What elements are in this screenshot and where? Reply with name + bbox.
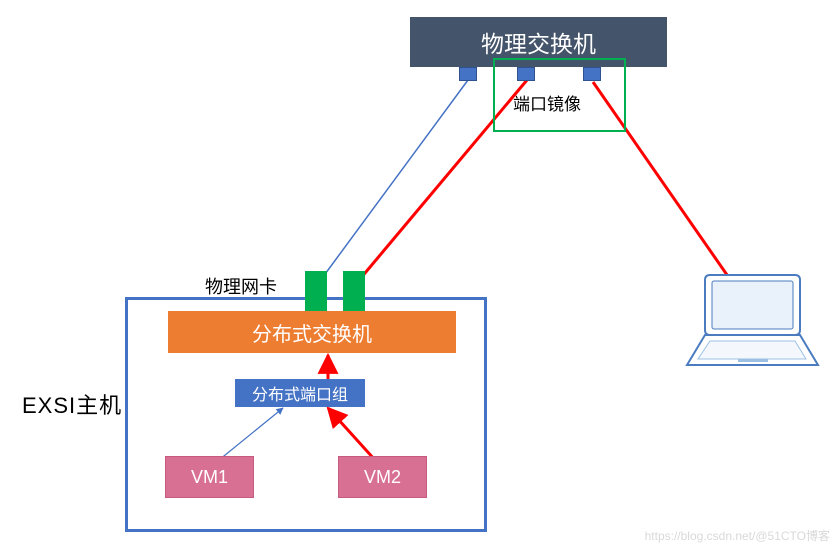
laptop-icon — [687, 275, 818, 365]
laptop-layer — [0, 0, 838, 550]
